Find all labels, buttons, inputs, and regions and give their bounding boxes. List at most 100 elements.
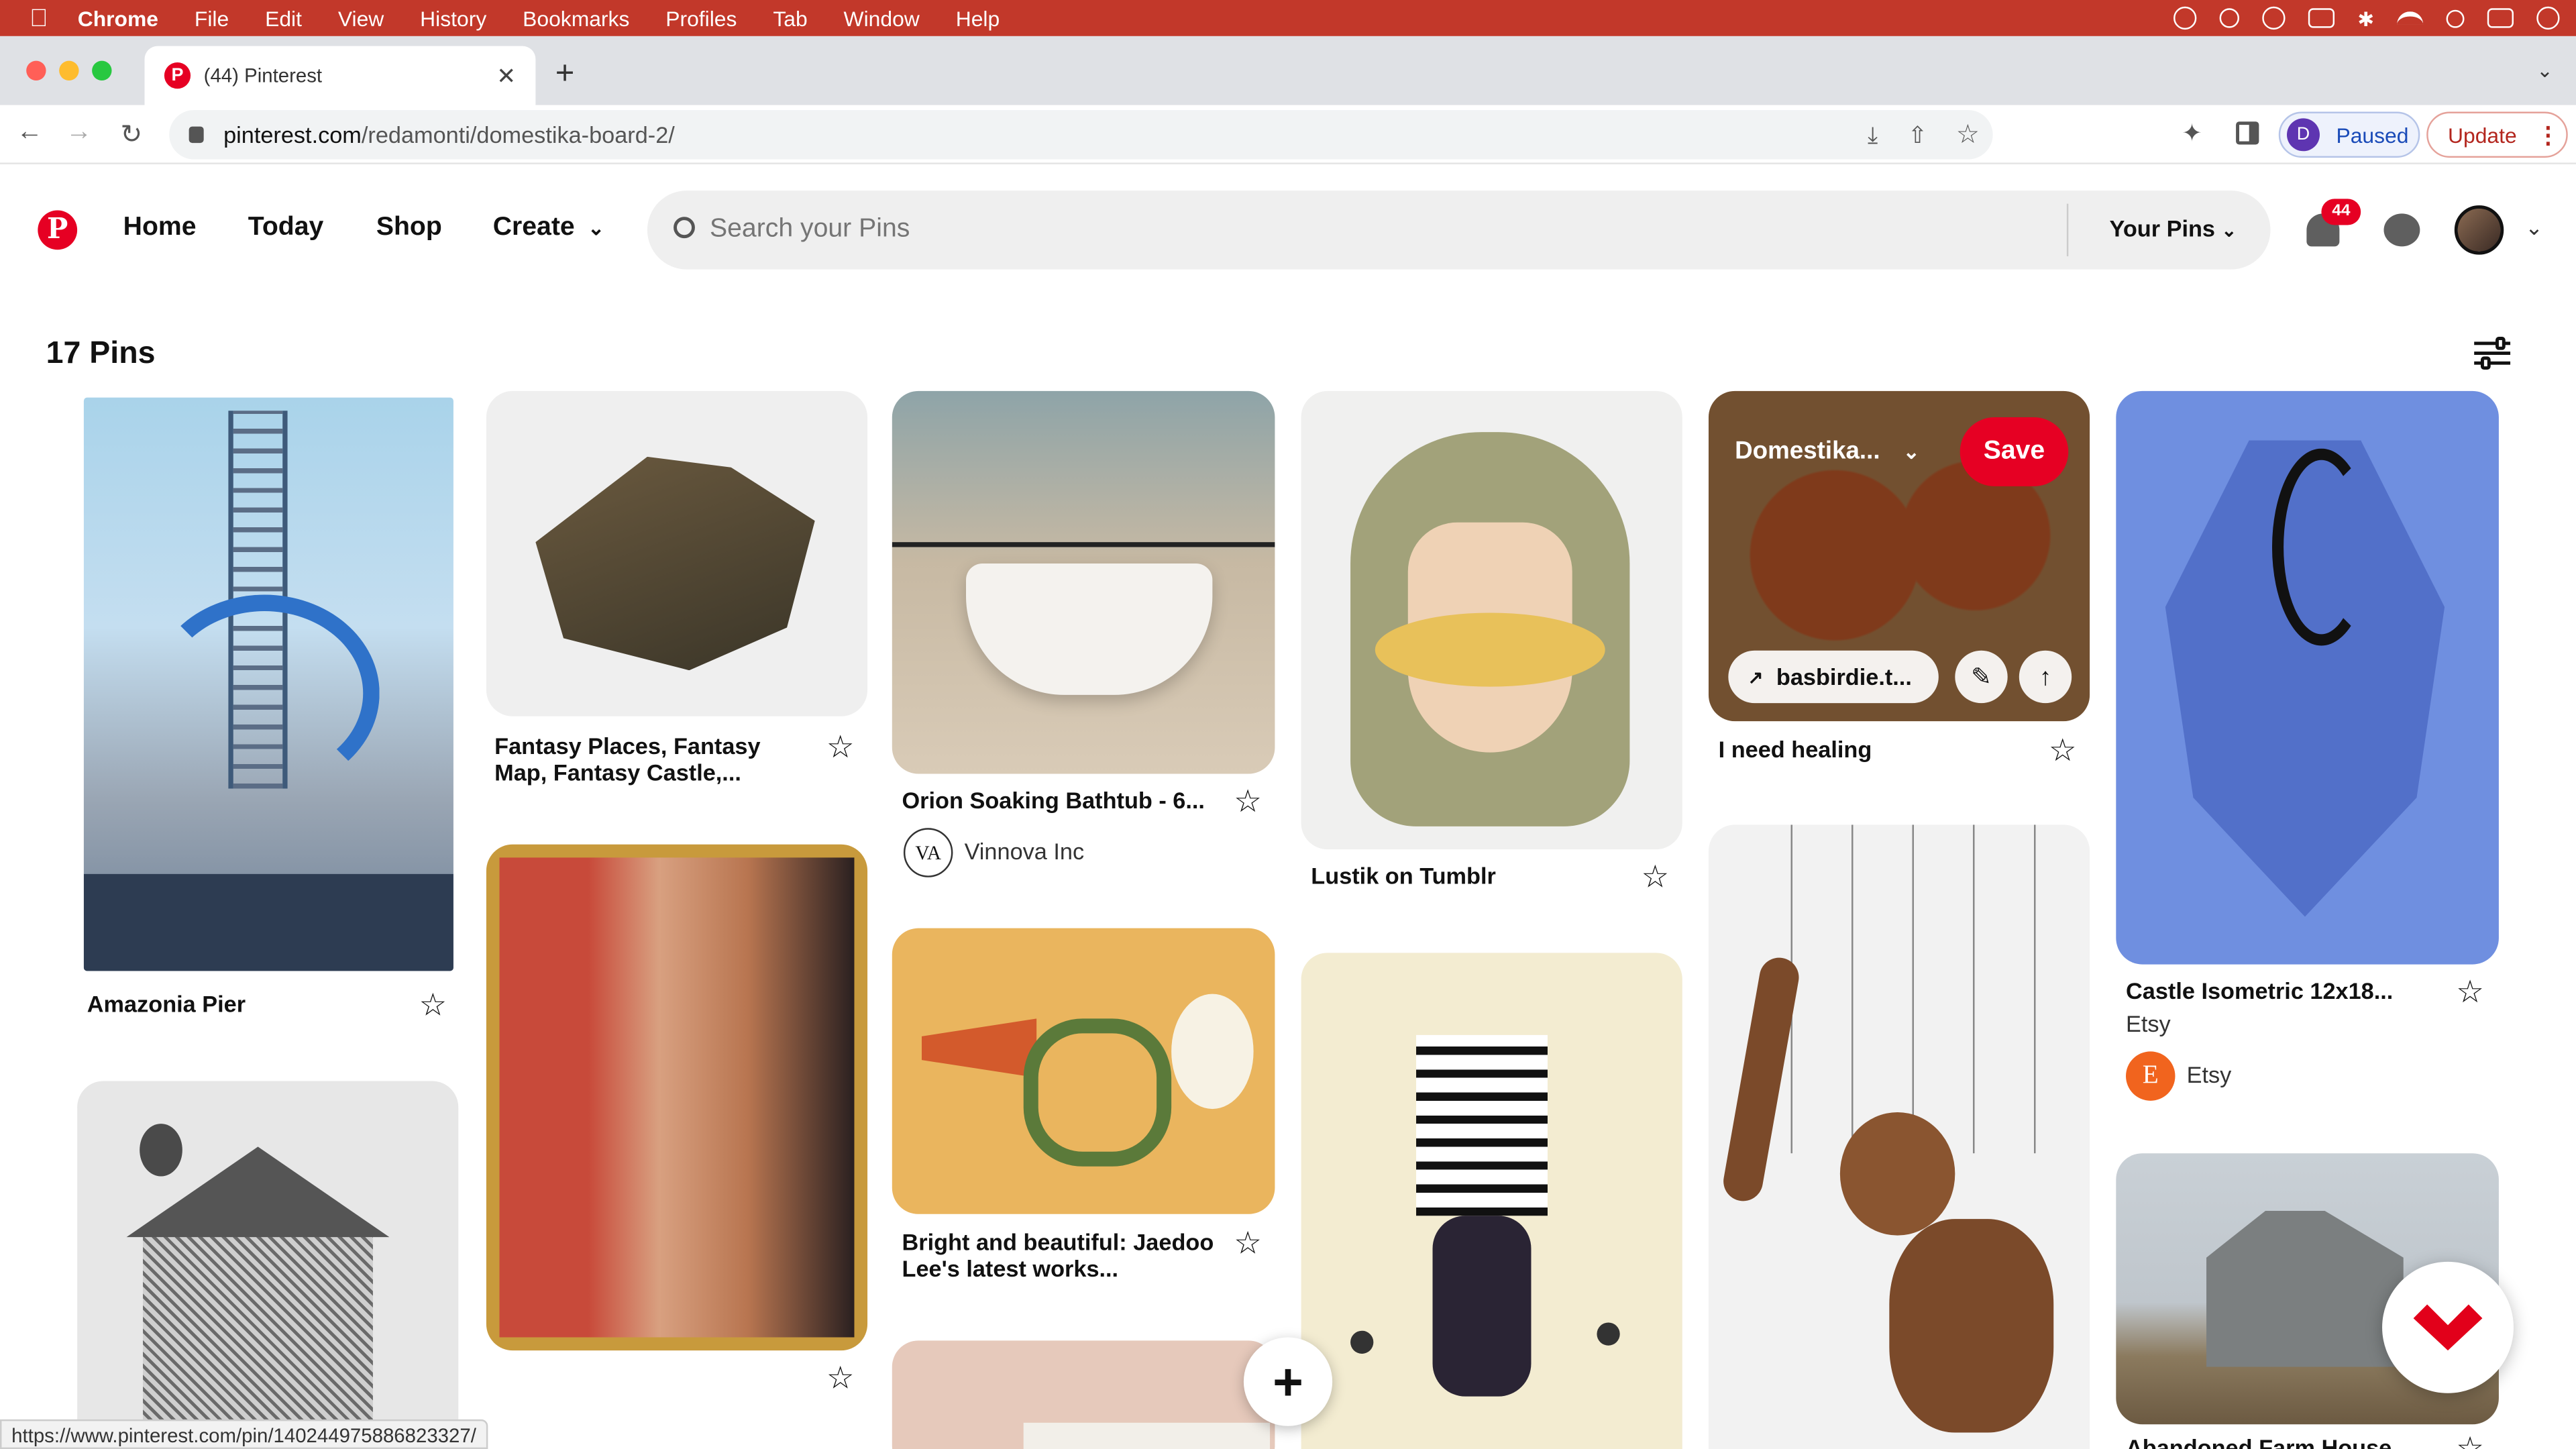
search-icon[interactable]	[2446, 9, 2465, 28]
menu-window[interactable]: Window	[844, 6, 920, 31]
status-icon[interactable]	[2219, 8, 2239, 28]
status-icon[interactable]	[2262, 6, 2286, 30]
creator-name[interactable]: Vinnova Inc	[965, 838, 1085, 864]
star-icon[interactable]: ☆	[2456, 1434, 2484, 1449]
pin-image-healing[interactable]: Domestika... ⌄ Save ↗ basbirdie.t... ✎ ↑	[1708, 390, 2090, 722]
nav-create[interactable]: Create ⌄	[493, 213, 604, 243]
pin-title[interactable]: Fantasy Places, Fantasy Map, Fantasy Cas…	[494, 733, 806, 785]
save-button[interactable]: Save	[1960, 417, 2069, 486]
monkey-arm-illustration	[1720, 955, 1803, 1204]
tab-search-chevron-icon[interactable]: ⌄	[2536, 59, 2553, 82]
help-button[interactable]	[2382, 1261, 2514, 1393]
pin-image-monkey-puppet[interactable]	[1708, 824, 2090, 1449]
account-chevron-icon[interactable]: ⌄	[2525, 215, 2543, 241]
display-icon[interactable]	[2308, 8, 2335, 28]
pin-image-bright-beautiful[interactable]	[892, 928, 1275, 1214]
extensions-icon[interactable]: ✦	[2182, 118, 2202, 148]
creator-avatar[interactable]: VA	[903, 828, 953, 877]
close-tab-icon[interactable]: ✕	[496, 62, 516, 90]
menu-bookmarks[interactable]: Bookmarks	[523, 6, 629, 31]
pin-image-birdhouse-head[interactable]	[1301, 953, 1682, 1449]
back-icon[interactable]: ←	[13, 118, 46, 148]
profile-status: Paused	[2336, 122, 2409, 148]
tree-illustration	[1350, 1330, 1374, 1354]
share-icon[interactable]: ⇧	[1908, 121, 1927, 149]
board-select[interactable]: Domestika... ⌄	[1735, 437, 1919, 465]
status-icon[interactable]	[2174, 6, 2197, 30]
update-button[interactable]: Update ⋮	[2426, 111, 2568, 158]
nav-home[interactable]: Home	[123, 213, 197, 243]
clock-icon[interactable]	[2536, 6, 2560, 30]
wifi-icon[interactable]	[2397, 11, 2424, 25]
star-icon[interactable]: ☆	[2049, 736, 2077, 767]
star-icon[interactable]: ☆	[826, 1364, 855, 1395]
pin-source[interactable]: Etsy	[2126, 1010, 2171, 1036]
pin-title[interactable]: Lustik on Tumblr	[1311, 863, 1496, 889]
chevron-down-icon: ⌄	[1902, 440, 1920, 464]
hose-illustration	[1023, 1018, 1172, 1167]
menu-view[interactable]: View	[338, 6, 384, 31]
pinterest-favicon-icon: P	[164, 62, 191, 89]
pin-title[interactable]: I need healing	[1719, 736, 1872, 762]
pin-image-castle-isometric[interactable]	[2116, 390, 2499, 965]
pin-title[interactable]: Orion Soaking Bathtub - 6...	[902, 787, 1205, 813]
nav-today[interactable]: Today	[248, 213, 324, 243]
filter-settings-icon[interactable]	[2474, 337, 2511, 370]
star-icon[interactable]: ☆	[2456, 977, 2484, 1009]
control-center-icon[interactable]	[2487, 8, 2514, 28]
edit-pencil-icon[interactable]: ✎	[1955, 650, 2008, 704]
search-input[interactable]	[709, 210, 2025, 250]
sidepanel-icon[interactable]	[2236, 121, 2259, 145]
creator-avatar[interactable]: E	[2126, 1051, 2176, 1101]
pin-title[interactable]: Bright and beautiful: Jaedoo Lee's lates…	[902, 1229, 1223, 1281]
menu-tab[interactable]: Tab	[773, 6, 807, 31]
user-avatar[interactable]	[2454, 205, 2504, 255]
pin-image-bathtub[interactable]	[892, 390, 1275, 774]
pin-image-fantasy-castle[interactable]	[486, 390, 868, 716]
star-icon[interactable]: ☆	[1234, 1229, 1262, 1260]
creator-name[interactable]: Etsy	[2187, 1061, 2232, 1087]
star-icon[interactable]: ☆	[1234, 787, 1262, 818]
bluetooth-icon[interactable]: ✱	[2357, 8, 2374, 31]
pin-image-house-sketch[interactable]	[77, 1081, 459, 1449]
castle-illustration	[535, 456, 815, 671]
pin-image-interior[interactable]	[892, 1340, 1275, 1449]
star-icon[interactable]: ☆	[419, 991, 447, 1022]
new-tab-icon[interactable]: +	[555, 56, 575, 93]
nav-shop[interactable]: Shop	[376, 213, 442, 243]
menu-help[interactable]: Help	[956, 6, 1000, 31]
menu-history[interactable]: History	[420, 6, 486, 31]
your-pins-filter[interactable]: Your Pins ⌄	[2110, 215, 2237, 241]
menu-edit[interactable]: Edit	[265, 6, 302, 31]
menu-profiles[interactable]: Profiles	[665, 6, 737, 31]
pin-image-framed-portrait[interactable]	[486, 844, 868, 1351]
star-icon[interactable]: ☆	[1642, 863, 1670, 894]
address-bar[interactable]: pinterest.com/redamonti/domestika-board-…	[169, 110, 1993, 160]
search-bar[interactable]: Your Pins ⌄	[647, 191, 2271, 270]
apple-icon[interactable]: 	[30, 4, 48, 32]
close-window-button[interactable]	[26, 60, 46, 81]
star-icon[interactable]: ☆	[826, 733, 855, 764]
bookmark-star-icon[interactable]: ☆	[1956, 118, 1980, 151]
maximize-window-button[interactable]	[92, 60, 112, 81]
pinterest-logo-icon[interactable]: P	[38, 210, 78, 250]
forward-icon[interactable]: →	[62, 118, 95, 148]
install-icon[interactable]: ⤓	[1868, 121, 1878, 149]
profile-button[interactable]: D Paused	[2278, 111, 2420, 158]
pin-title[interactable]: Amazonia Pier	[87, 991, 246, 1017]
pin-image-amazonia-pier[interactable]	[83, 397, 453, 971]
reload-icon[interactable]: ↻	[115, 118, 148, 151]
pin-title[interactable]: Castle Isometric 12x18...	[2126, 977, 2393, 1004]
messages-icon[interactable]	[2383, 213, 2420, 247]
menu-app-chrome[interactable]: Chrome	[78, 6, 158, 31]
source-link-button[interactable]: ↗ basbirdie.t...	[1728, 650, 1939, 704]
share-upload-icon[interactable]: ↑	[2019, 650, 2072, 704]
house-head-illustration	[1416, 1034, 1548, 1216]
farmhouse-illustration	[2206, 1210, 2404, 1367]
pin-image-lustik[interactable]	[1301, 390, 1682, 850]
pin-title[interactable]: Abandoned Farm House	[2126, 1434, 2392, 1449]
browser-tab[interactable]: P (44) Pinterest ✕	[144, 46, 536, 105]
add-pin-button[interactable]: +	[1243, 1337, 1333, 1426]
minimize-window-button[interactable]	[59, 60, 79, 81]
menu-file[interactable]: File	[195, 6, 229, 31]
